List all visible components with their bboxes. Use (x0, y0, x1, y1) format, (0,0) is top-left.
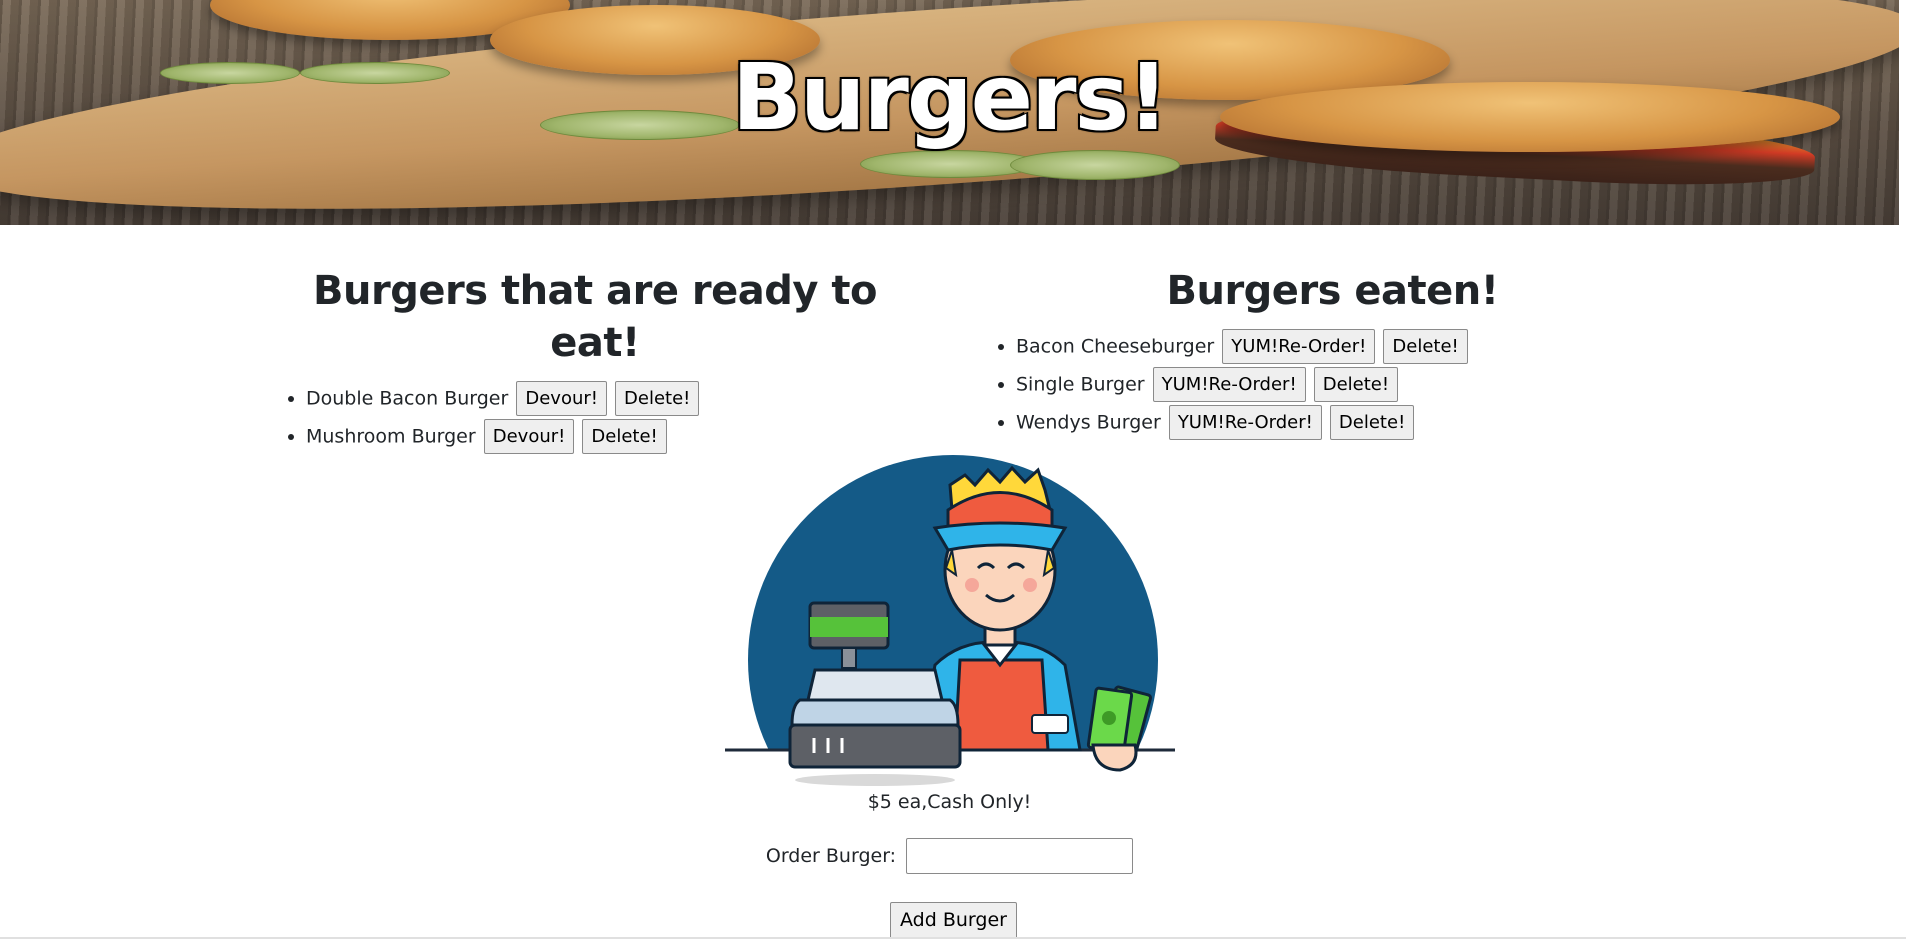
register-stand (841, 647, 857, 669)
cheek-shape (1023, 578, 1037, 592)
delete-button[interactable]: Delete! (582, 419, 667, 454)
order-burger-input[interactable] (906, 838, 1134, 874)
hat-brim-shape (932, 521, 1068, 552)
cheek-shape (965, 578, 979, 592)
list-item: Double Bacon Burger Devour! Delete! (306, 379, 915, 417)
eaten-section: Burgers eaten! Bacon Cheeseburger YUM!Re… (985, 265, 1625, 441)
reorder-button[interactable]: YUM!Re-Order! (1152, 367, 1306, 402)
hero-banner: Burgers! (0, 0, 1899, 225)
list-item: Bacon Cheeseburger YUM!Re-Order! Delete! (1016, 327, 1625, 365)
ready-heading: Burgers that are ready to eat! (313, 268, 877, 366)
ready-list: Double Bacon Burger Devour! Delete! Mush… (275, 379, 915, 455)
ready-to-eat-section: Burgers that are ready to eat! Double Ba… (275, 265, 915, 455)
order-form: Order Burger: (0, 838, 1899, 874)
add-burger-button[interactable]: Add Burger (890, 902, 1017, 939)
register-screen (810, 617, 888, 637)
register-shadow (795, 774, 955, 786)
page-title: Burgers! (731, 44, 1169, 151)
cashier-illustration (720, 450, 1180, 865)
reorder-button[interactable]: YUM!Re-Order! (1222, 329, 1376, 364)
reorder-button[interactable]: YUM!Re-Order! (1168, 405, 1322, 440)
list-item: Wendys Burger YUM!Re-Order! Delete! (1016, 403, 1625, 441)
burger-name: Bacon Cheeseburger (1016, 335, 1215, 358)
name-tag (1031, 714, 1069, 734)
add-burger-wrap: Add Burger (888, 902, 1017, 939)
cashier-image (720, 455, 1180, 865)
delete-button[interactable]: Delete! (615, 381, 700, 416)
eaten-list: Bacon Cheeseburger YUM!Re-Order! Delete!… (985, 327, 1625, 441)
register-body (806, 668, 944, 702)
pickle-image (1010, 150, 1180, 180)
apron-shape (953, 658, 1050, 752)
devour-button[interactable]: Devour! (483, 419, 575, 454)
price-caption: $5 ea,Cash Only! (867, 791, 1032, 813)
burger-name: Double Bacon Burger (306, 387, 509, 410)
burger-name: Wendys Burger (1016, 411, 1161, 434)
burger-name: Mushroom Burger (306, 425, 476, 448)
list-item: Single Burger YUM!Re-Order! Delete! (1016, 365, 1625, 403)
burger-name: Single Burger (1016, 373, 1145, 396)
cash-icon (1102, 711, 1116, 725)
order-label: Order Burger: (765, 845, 897, 867)
eaten-heading: Burgers eaten! (1166, 268, 1499, 314)
register-body (790, 698, 960, 727)
devour-button[interactable]: Devour! (516, 381, 607, 416)
delete-button[interactable]: Delete! (1329, 405, 1415, 440)
delete-button[interactable]: Delete! (1383, 329, 1468, 364)
delete-button[interactable]: Delete! (1313, 367, 1399, 402)
